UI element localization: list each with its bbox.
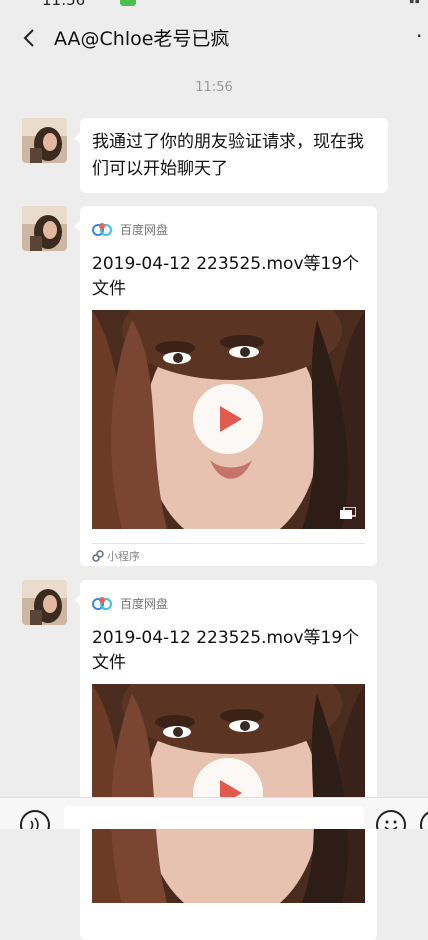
chevron-left-icon xyxy=(23,29,34,47)
message-input[interactable] xyxy=(64,806,364,829)
video-thumbnail[interactable] xyxy=(92,684,365,903)
card-source-name: 百度网盘 xyxy=(120,222,169,237)
contact-avatar[interactable] xyxy=(22,580,67,625)
card-title: 2019-04-12 223525.mov等19个文件 xyxy=(92,254,360,299)
status-time: 11:56 xyxy=(42,0,86,9)
card-source: 百度网盘 xyxy=(92,220,168,238)
voice-button[interactable] xyxy=(20,810,50,829)
contact-avatar[interactable] xyxy=(22,206,67,251)
card-source-name: 百度网盘 xyxy=(120,596,169,611)
play-button[interactable] xyxy=(193,384,263,454)
card-source: 百度网盘 xyxy=(92,594,168,612)
signal-icon: ▮▮ xyxy=(376,0,420,5)
emoji-icon xyxy=(384,820,398,829)
emoji-button[interactable] xyxy=(376,810,406,829)
contact-avatar[interactable] xyxy=(22,118,67,163)
card-footer: 小程序 xyxy=(92,548,140,564)
back-button[interactable] xyxy=(18,24,40,52)
status-bar: 11:56 ▮▮ xyxy=(0,0,428,10)
mini-program-icon xyxy=(92,550,104,562)
more-icon: · xyxy=(416,24,423,48)
input-bar xyxy=(0,797,428,829)
baidu-netdisk-icon xyxy=(92,597,112,610)
chat-title: AA@Chloe老号已疯 xyxy=(54,28,230,50)
card-divider xyxy=(92,543,365,544)
voice-icon xyxy=(30,817,39,829)
mini-program-label: 小程序 xyxy=(107,550,140,563)
card-title: 2019-04-12 223525.mov等19个文件 xyxy=(92,628,360,673)
multiple-files-icon xyxy=(340,507,356,519)
baidu-netdisk-icon xyxy=(92,223,112,236)
video-thumbnail[interactable] xyxy=(92,310,365,529)
more-actions-button[interactable] xyxy=(420,810,428,829)
mini-program-card[interactable]: 百度网盘 2019-04-12 223525.mov等19个文件 xyxy=(74,580,377,940)
mini-program-card[interactable]: 百度网盘 2019-04-12 223525.mov等19个文件 xyxy=(74,206,377,566)
chat-header: AA@Chloe老号已疯 · xyxy=(0,10,428,66)
message-bubble[interactable]: 我通过了你的朋友验证请求，现在我们可以开始聊天了 xyxy=(74,118,388,193)
chat-timestamp: 11:56 xyxy=(195,80,233,95)
more-button[interactable]: · xyxy=(416,24,428,52)
wechat-notification-icon xyxy=(120,0,136,6)
